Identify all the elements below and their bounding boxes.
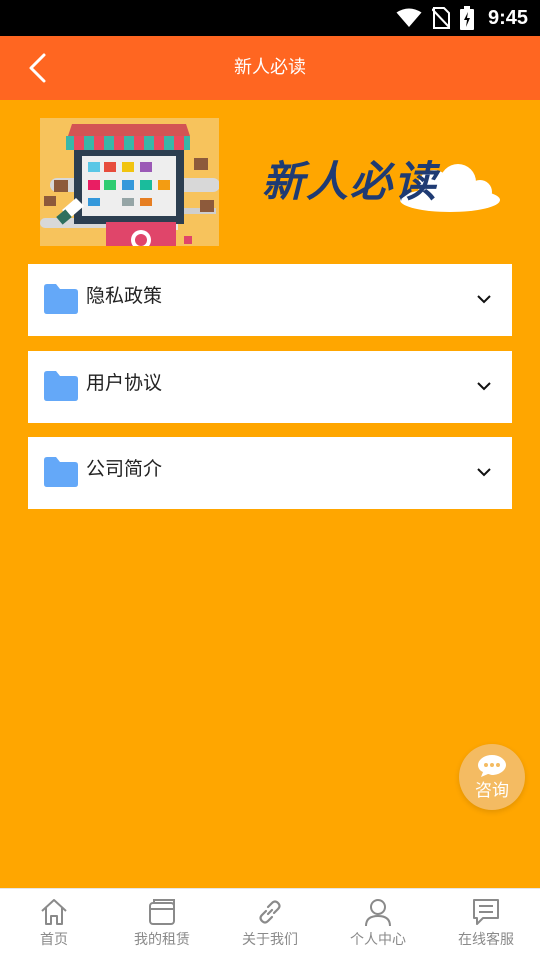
nav-item-about-us[interactable]: 关于我们 (216, 889, 324, 960)
section-label: 隐私政策 (86, 285, 163, 307)
app-bar: 新人必读 (0, 36, 540, 100)
section-company-profile[interactable]: 公司简介 (28, 437, 512, 509)
nav-item-online-service[interactable]: 在线客服 (432, 889, 540, 960)
status-time: 9:45 (487, 6, 528, 29)
back-button[interactable] (18, 48, 58, 88)
page-title: 新人必读 (234, 57, 306, 78)
user-icon (365, 899, 391, 927)
message-icon (473, 899, 499, 925)
home-icon (41, 899, 67, 925)
section-user-agreement[interactable]: 用户协议 (28, 351, 512, 423)
nav-label: 个人中心 (350, 932, 406, 948)
chat-bubble-icon (478, 754, 506, 777)
bottom-nav: 首页 我的租赁 关于我们 个人中心 在线客服 (0, 888, 540, 960)
status-icons: 9:45 (396, 0, 528, 36)
nav-item-home[interactable]: 首页 (0, 889, 108, 960)
consult-button[interactable]: 咨询 (459, 744, 525, 810)
nav-item-profile[interactable]: 个人中心 (324, 889, 432, 960)
chevron-down-icon (477, 468, 491, 477)
banner-title: 新人必读 (262, 157, 439, 206)
status-bar: 9:45 (0, 0, 540, 36)
folder-icon (44, 371, 78, 401)
back-arrow-icon (29, 53, 46, 83)
section-label: 用户协议 (86, 372, 163, 394)
section-label: 公司简介 (86, 458, 163, 480)
wifi-icon (396, 8, 422, 27)
nav-item-my-rentals[interactable]: 我的租赁 (108, 889, 216, 960)
consult-label: 咨询 (475, 780, 509, 801)
battery-icon (459, 6, 474, 30)
banner: 新人必读 (40, 118, 510, 248)
chevron-down-icon (477, 382, 491, 391)
nav-label: 关于我们 (242, 932, 298, 948)
nav-label: 我的租赁 (134, 932, 190, 948)
storefront-illustration (40, 118, 219, 246)
folder-icon (44, 457, 78, 487)
section-privacy-policy[interactable]: 隐私政策 (28, 264, 512, 336)
nav-label: 首页 (40, 932, 68, 948)
wallet-icon (149, 899, 175, 925)
nav-label: 在线客服 (458, 932, 514, 948)
no-sim-icon (431, 7, 450, 29)
chevron-down-icon (477, 295, 491, 304)
link-icon (259, 900, 281, 924)
folder-icon (44, 284, 78, 314)
